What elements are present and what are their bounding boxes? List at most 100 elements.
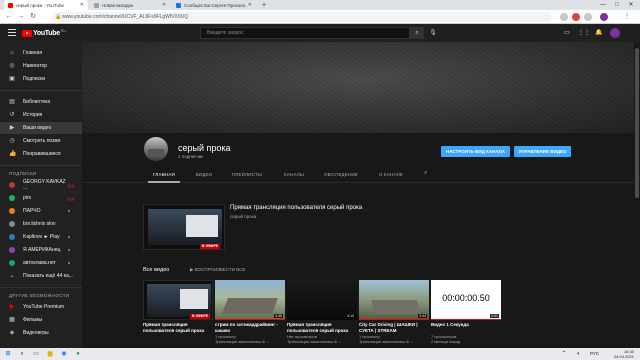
sidebar-subscription[interactable]: GEORGY KAVKAZ ... ((•)) (0, 179, 82, 191)
video-thumbnail[interactable]: 0:36 (215, 280, 285, 320)
scrollbar-thumb[interactable] (635, 48, 639, 198)
apps-icon[interactable]: ⋮⋮ (578, 29, 590, 37)
windows-start-icon[interactable]: ⊞ (4, 350, 12, 358)
manage-videos-button[interactable]: УПРАВЛЕНИЕ ВИДЕО (514, 146, 571, 157)
notifications-icon[interactable]: 🔔 (594, 29, 604, 37)
show-more-subscriptions[interactable]: ⌄ Показать ещё 44 ка... (0, 270, 82, 282)
sidebar-subscription[interactable]: bor.lishnix slov (0, 218, 82, 230)
live-icon: ((•)) (67, 195, 74, 201)
voice-search-button[interactable]: 🎙 (428, 28, 438, 38)
chrome-icon[interactable]: ◉ (60, 350, 68, 358)
tab-videos[interactable]: ВИДЕО (192, 166, 216, 183)
sidebar-item-watch-later[interactable]: ◷ Смотреть позже (0, 135, 82, 147)
tray-chevron-icon[interactable]: ⌃ (560, 350, 568, 358)
featured-video-thumbnail[interactable]: В ЭФИРЕ (143, 204, 225, 250)
browser-menu-button[interactable]: ⋮ (622, 12, 632, 22)
close-icon: ✕ (628, 2, 634, 8)
task-view-icon[interactable]: ▭ (32, 350, 40, 358)
video-title[interactable]: Прямая трансляция пользователя серый про… (287, 322, 357, 333)
your-videos-icon: ▶ (9, 125, 15, 131)
sidebar-item-liked[interactable]: 👍 Понравившиеся (0, 148, 82, 160)
app-icon[interactable]: ● (74, 350, 82, 358)
sidebar-item-label: Подписки (23, 76, 46, 82)
tab-home[interactable]: ГЛАВНАЯ (148, 166, 180, 183)
video-title[interactable]: Прямая трансляция пользователя серый про… (143, 322, 213, 333)
maximize-button[interactable]: □ (610, 0, 624, 10)
sidebar-item-library[interactable]: ▤ Библиотека (0, 96, 82, 108)
sidebar-item-your-videos[interactable]: ▶ Ваши видео (0, 122, 82, 134)
sidebar-item-label: Главная (23, 50, 43, 56)
sidebar-subscription[interactable]: pirs ((•)) (0, 192, 82, 204)
file-explorer-icon[interactable]: ▆ (46, 350, 54, 358)
sidebar-divider (0, 165, 82, 166)
video-title[interactable]: City Car Driving | ШАШКИ | СУЕТА | STREA… (359, 322, 429, 333)
road-image (371, 300, 421, 314)
account-avatar[interactable] (610, 28, 620, 38)
search-input[interactable]: Введите запрос (200, 27, 410, 39)
language-indicator[interactable]: РУС (590, 351, 599, 356)
extension-icon[interactable] (572, 13, 580, 21)
sidebar-subscription[interactable]: Я АМЕРИКАнец (0, 244, 82, 256)
search-button[interactable]: ⌕ (410, 27, 424, 39)
tab-discussion[interactable]: ОБСУЖДЕНИЕ (320, 166, 362, 183)
youtube-logo[interactable]: YouTube RU (22, 28, 66, 38)
close-tab-icon[interactable]: ✕ (162, 2, 166, 8)
close-tab-icon[interactable]: ✕ (248, 2, 252, 8)
sidebar-item-gaming[interactable]: ◈ Видеоигры (0, 327, 82, 339)
sidebar-divider (0, 287, 82, 288)
profile-avatar[interactable] (600, 13, 608, 21)
sidebar-item-subscriptions[interactable]: ▣ Подписки (0, 73, 82, 85)
url-input[interactable]: 🔒 www.youtube.com/channel/UCVF_AL9Fs9FLg… (52, 12, 552, 22)
sidebar-item-label: Ваши видео (23, 125, 52, 131)
featured-video-title[interactable]: Прямая трансляция пользователя серый про… (230, 205, 362, 211)
sidebar-subscription[interactable]: автоклава.нет (0, 257, 82, 269)
arrow-right-icon: → (17, 13, 25, 20)
sidebar-subscription[interactable]: Kaplinov ► Play (0, 231, 82, 243)
menu-icon[interactable] (8, 29, 16, 36)
sidebar-item-premium[interactable]: ▶ YouTube Premium (0, 301, 82, 313)
channel-search-icon[interactable]: ⌕ (424, 170, 427, 177)
sidebar-item-history[interactable]: ↺ История (0, 109, 82, 121)
video-title[interactable]: стрим по ситикардрайвинг - шашки (215, 322, 285, 333)
bookmark-star-icon[interactable] (584, 13, 592, 21)
close-tab-icon[interactable]: ✕ (80, 2, 84, 8)
volume-icon[interactable]: ◖ (574, 350, 582, 358)
tab-about[interactable]: О КАНАЛЕ (374, 166, 408, 183)
channel-avatar[interactable] (144, 137, 168, 161)
new-tab-button[interactable]: + (258, 0, 268, 10)
sidebar-item-label: История (23, 112, 43, 118)
tab-playlists[interactable]: ПЛЕЙЛИСТЫ (228, 166, 266, 183)
create-icon[interactable]: ▭ (562, 29, 572, 37)
video-thumbnail[interactable]: 0:44 (359, 280, 429, 320)
video-thumbnail[interactable]: 0:10 (287, 280, 357, 320)
extension-icon[interactable] (560, 13, 568, 21)
thumbnail-window (180, 289, 208, 309)
back-button[interactable]: ← (4, 12, 14, 22)
sidebar-item-explore[interactable]: ◎ Навигатор (0, 60, 82, 72)
browser-tab[interactable]: Новая вкладка ✕ (90, 0, 170, 10)
tab-channels[interactable]: КАНАЛЫ (278, 166, 310, 183)
sidebar-item-home[interactable]: ⌂ Главная (0, 47, 82, 59)
forward-button[interactable]: → (16, 12, 26, 22)
reload-button[interactable]: ↻ (28, 12, 38, 22)
new-content-dot (68, 262, 70, 264)
video-thumbnail[interactable]: 00:00:00.50 0:01 (431, 280, 501, 320)
video-title[interactable]: Видео 1 Секунда (431, 322, 501, 328)
play-all-button[interactable]: ▶ ВОСПРОИЗВЕСТИ ВСЕ (190, 267, 245, 273)
sidebar-item-label: Навигатор (23, 63, 48, 69)
tab-label: Сообщества Сергея Прохоно... (184, 2, 248, 8)
watch-progress (359, 318, 429, 320)
taskbar-search-icon[interactable]: ⌕ (18, 350, 26, 358)
sidebar-item-label: bor.lishnix slov (23, 221, 56, 227)
browser-tab[interactable]: серый прока - YouTube ✕ (4, 0, 88, 10)
video-thumbnail[interactable]: В ЭФИРЕ (143, 280, 213, 320)
browser-tab[interactable]: Сообщества Сергея Прохоно... ✕ (172, 0, 256, 10)
minimize-button[interactable]: — (596, 0, 610, 10)
sidebar-item-movies[interactable]: ▦ Фильмы (0, 314, 82, 326)
all-videos-heading[interactable]: Все видео (143, 267, 169, 273)
clock[interactable]: 15:30 04.04.2021 (614, 349, 634, 359)
featured-channel-name[interactable]: серый прока (230, 214, 256, 219)
sidebar-subscription[interactable]: ПАРЧО (0, 205, 82, 217)
customize-channel-button[interactable]: НАСТРОИТЬ ВИД КАНАЛА (441, 146, 510, 157)
close-window-button[interactable]: ✕ (624, 0, 638, 10)
